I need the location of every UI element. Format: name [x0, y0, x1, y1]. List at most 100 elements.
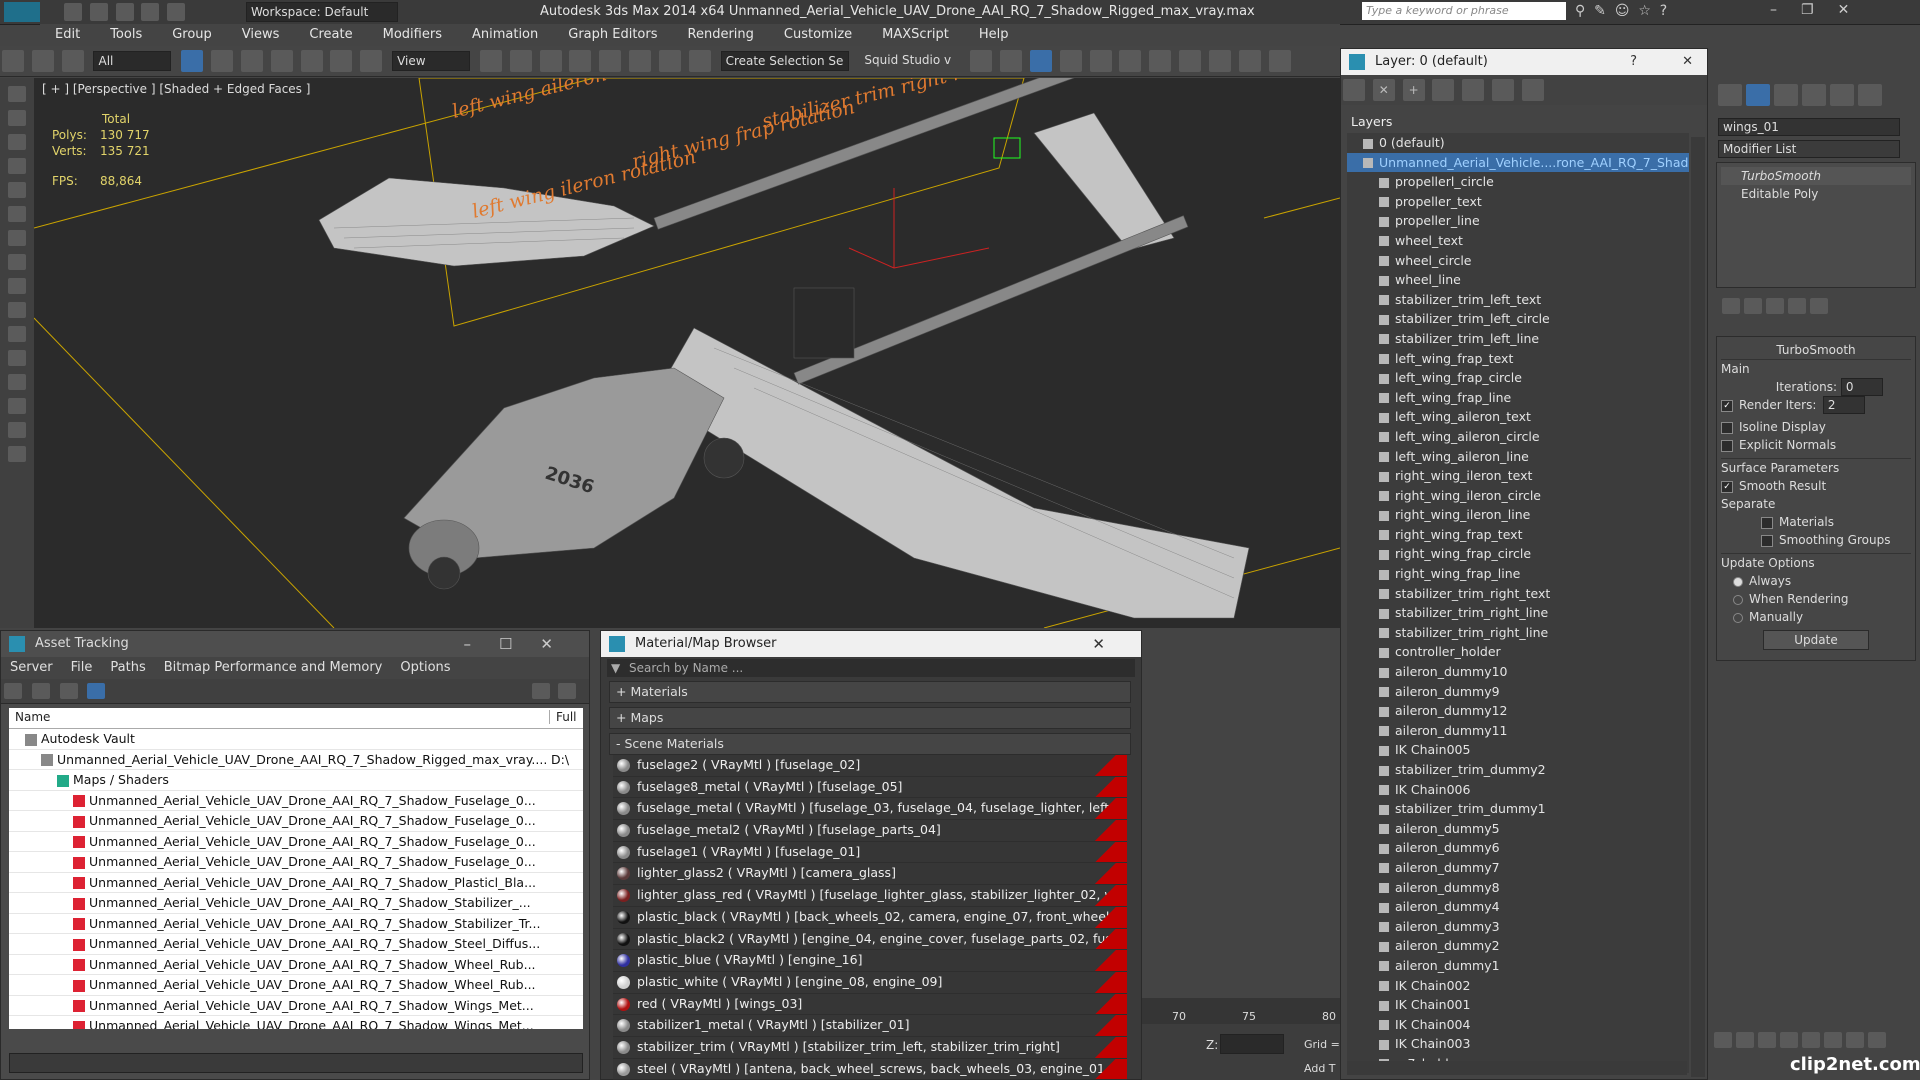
strip-tool-4-icon[interactable]	[8, 158, 26, 174]
layer-row[interactable]: IK Chain005	[1347, 740, 1689, 760]
strip-tool-10-icon[interactable]	[8, 302, 26, 318]
maximize-icon[interactable]: ☐	[499, 635, 540, 653]
reference-coordinate-dropdown[interactable]: View	[392, 51, 471, 71]
asset-menu-options[interactable]: Options	[391, 657, 459, 678]
update-always-radio[interactable]	[1733, 576, 1743, 587]
rendered-frame-icon[interactable]	[1208, 50, 1231, 72]
menu-graph-editors[interactable]: Graph Editors	[553, 24, 672, 45]
modifier-list-dropdown[interactable]: Modifier List	[1718, 140, 1900, 158]
material-row[interactable]: plastic_black2 ( VRayMtl ) [engine_04, e…	[613, 928, 1127, 951]
perspective-viewport[interactable]: left wing aileron rotation right wing fr…	[34, 78, 1340, 628]
select-manipulate-icon[interactable]	[509, 50, 532, 72]
angle-snap-icon[interactable]	[599, 50, 622, 72]
group-maps[interactable]: + Maps	[609, 707, 1131, 729]
pivot-center-icon[interactable]	[479, 50, 502, 72]
layer-row[interactable]: stabilizer_trim_right_line	[1347, 623, 1689, 643]
minimize-icon[interactable]: –	[1770, 2, 1801, 18]
layer-horizontal-scrollbar[interactable]	[1347, 1061, 1687, 1075]
menu-help[interactable]: Help	[964, 24, 1024, 45]
update-manually-radio[interactable]	[1733, 612, 1743, 623]
material-row[interactable]: lighter_glass_red ( VRayMtl ) [fuselage_…	[613, 885, 1127, 907]
turbosmooth-title[interactable]: TurboSmooth	[1721, 341, 1911, 360]
stack-editable-poly[interactable]: Editable Poly	[1721, 185, 1911, 203]
next-frame-icon[interactable]	[1758, 1032, 1776, 1048]
align-icon[interactable]	[1000, 50, 1023, 72]
zoom-icon[interactable]	[1802, 1032, 1820, 1048]
search-dropdown-icon[interactable]: ▼	[611, 659, 620, 677]
separate-smoothing-checkbox[interactable]	[1761, 534, 1773, 547]
strip-tool-15-icon[interactable]	[8, 422, 26, 438]
z-coordinate-input[interactable]	[1220, 1034, 1284, 1054]
squid-studio-label[interactable]: Squid Studio v	[860, 51, 961, 69]
restore-icon[interactable]: ❐	[1801, 2, 1838, 18]
star-icon[interactable]: ☆	[1638, 3, 1651, 19]
layer-row[interactable]: aileron_dummy9	[1347, 682, 1689, 702]
teapot-render-icon[interactable]	[1268, 50, 1291, 72]
workspace-dropdown[interactable]: Workspace: Default	[246, 2, 398, 22]
graphite-ribbon-icon[interactable]	[1059, 50, 1082, 72]
layer-row[interactable]: aileron_dummy2	[1347, 936, 1689, 956]
layer-row[interactable]: stabilizer_trim_dummy2	[1347, 760, 1689, 780]
asset-row[interactable]: Unmanned_Aerial_Vehicle_UAV_Drone_AAI_RQ…	[9, 975, 583, 996]
create-tab-icon[interactable]	[1718, 84, 1742, 106]
snap-toggle-icon[interactable]	[569, 50, 592, 72]
spinner-snap-icon[interactable]	[658, 50, 681, 72]
layer-row[interactable]: aileron_dummy10	[1347, 662, 1689, 682]
asset-col-full[interactable]: Full	[549, 710, 577, 724]
refresh-icon[interactable]	[4, 683, 22, 699]
layer-row[interactable]: aileron_dummy3	[1347, 917, 1689, 937]
material-row[interactable]: steel ( VRayMtl ) [antena, back_wheel_sc…	[613, 1058, 1127, 1080]
iterations-input[interactable]: 0	[1840, 378, 1883, 396]
material-row[interactable]: red ( VRayMtl ) [wings_03]	[613, 993, 1127, 1016]
material-row[interactable]: lighter_glass2 ( VRayMtl ) [camera_glass…	[613, 863, 1127, 886]
new-file-icon[interactable]	[64, 3, 82, 21]
asset-menu-server[interactable]: Server	[1, 657, 62, 678]
binoculars-icon[interactable]: ⚲	[1575, 3, 1585, 19]
rectangular-selection-icon[interactable]	[240, 50, 263, 72]
motion-tab-icon[interactable]	[1802, 84, 1826, 106]
asset-menu-file[interactable]: File	[62, 657, 102, 678]
layer-row[interactable]: aileron_dummy12	[1347, 701, 1689, 721]
layer-manager-icon[interactable]	[1029, 50, 1052, 72]
unlink-icon[interactable]	[31, 50, 54, 72]
strip-tool-7-icon[interactable]	[8, 230, 26, 246]
menu-rendering[interactable]: Rendering	[673, 24, 769, 45]
layer-row[interactable]: IK Chain002	[1347, 976, 1689, 996]
asset-row[interactable]: Autodesk Vault	[9, 729, 583, 750]
tools-icon[interactable]: ✎	[1594, 3, 1606, 19]
layer-delete-icon[interactable]: ✕	[1372, 79, 1395, 101]
asset-row[interactable]: Unmanned_Aerial_Vehicle_UAV_Drone_AAI_RQ…	[9, 934, 583, 955]
menu-views[interactable]: Views	[227, 24, 295, 45]
strip-tool-2-icon[interactable]	[8, 110, 26, 126]
layer-row[interactable]: stabilizer_trim_left_circle	[1347, 309, 1689, 329]
layer-row[interactable]: aileron_dummy6	[1347, 838, 1689, 858]
layer-row[interactable]: aileron_dummy7	[1347, 858, 1689, 878]
stack-turbosmooth[interactable]: TurboSmooth	[1721, 167, 1911, 185]
material-row[interactable]: fuselage8_metal ( VRayMtl ) [fuselage_05…	[613, 776, 1127, 799]
asset-menu-bitmap[interactable]: Bitmap Performance and Memory	[155, 657, 392, 678]
edit-named-selection-icon[interactable]	[688, 50, 711, 72]
strip-tool-5-icon[interactable]	[8, 182, 26, 198]
menu-customize[interactable]: Customize	[769, 24, 867, 45]
utilities-tab-icon[interactable]	[1858, 84, 1882, 106]
layer-sort-icon[interactable]	[1343, 79, 1365, 101]
time-ruler[interactable]: 70 75 80	[1142, 998, 1340, 1024]
strip-tool-12-icon[interactable]	[8, 350, 26, 366]
strip-tool-14-icon[interactable]	[8, 398, 26, 414]
layer-row[interactable]: 0 (default)	[1347, 133, 1689, 153]
material-row[interactable]: fuselage2 ( VRayMtl ) [fuselage_02]	[613, 755, 1127, 777]
add-time-tag-label[interactable]: Add T	[1304, 1062, 1336, 1075]
layer-row[interactable]: aileron_dummy8	[1347, 878, 1689, 898]
link-icon[interactable]	[2, 50, 24, 72]
bind-space-warp-icon[interactable]	[61, 50, 84, 72]
layer-row[interactable]: left_wing_aileron_circle	[1347, 427, 1689, 447]
separate-materials-checkbox[interactable]	[1761, 516, 1773, 529]
layer-row[interactable]: wheel_circle	[1347, 251, 1689, 271]
modify-tab-icon[interactable]	[1746, 84, 1770, 106]
redo-icon[interactable]	[167, 3, 186, 21]
minimize-icon[interactable]: –	[463, 635, 499, 653]
app-logo-icon[interactable]	[4, 2, 40, 22]
smooth-result-checkbox[interactable]: ✓	[1721, 480, 1733, 493]
asset-tracking-titlebar[interactable]: Asset Tracking –☐✕	[1, 631, 589, 657]
layer-row[interactable]: stabilizer_trim_right_line	[1347, 603, 1689, 623]
